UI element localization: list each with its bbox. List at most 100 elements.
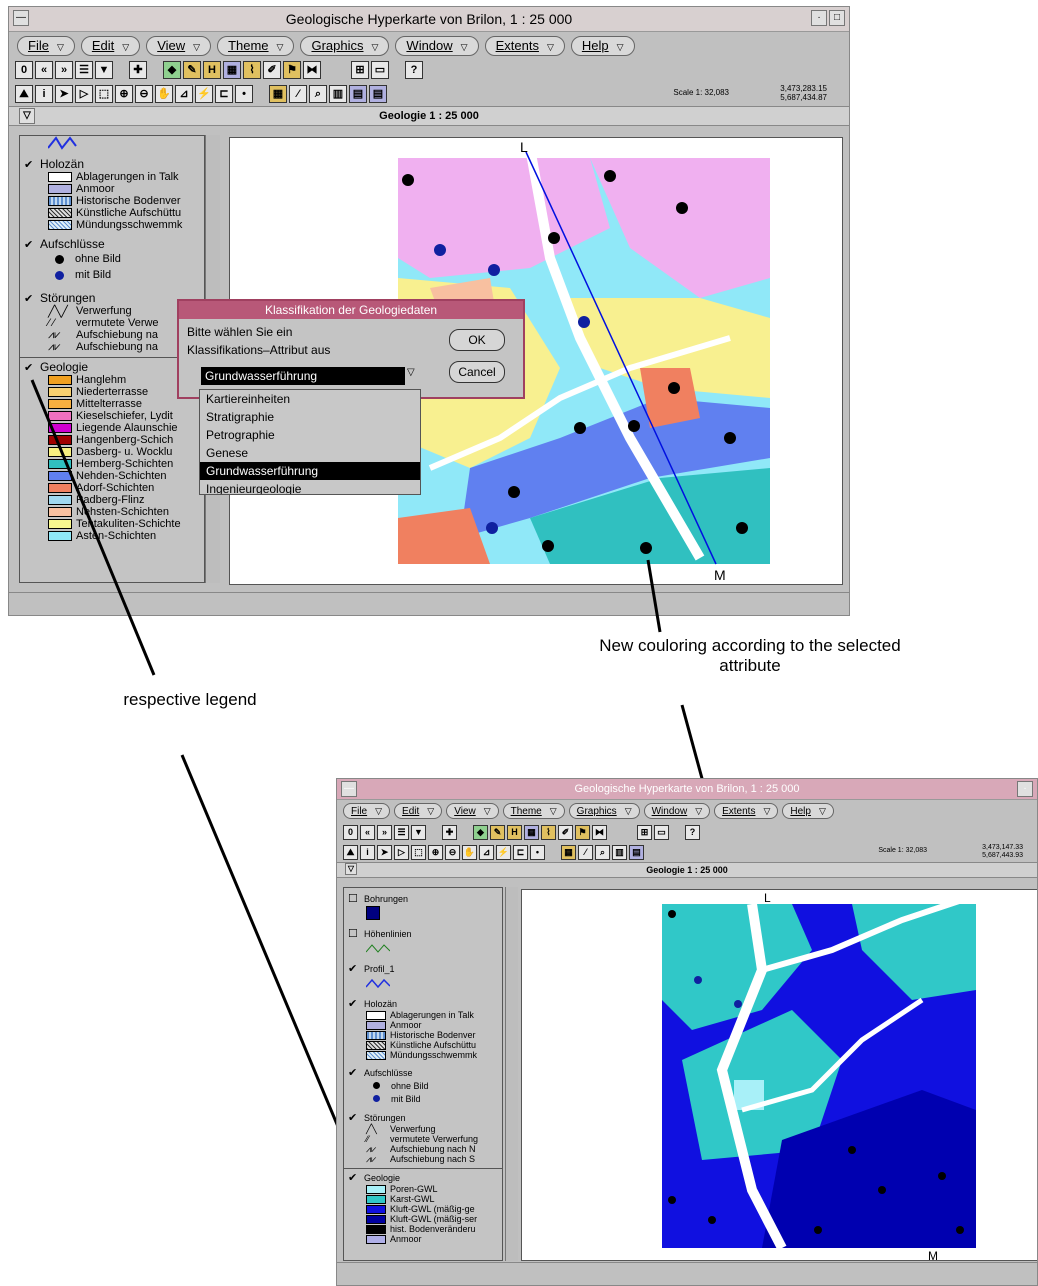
view-title: Geologie 1 : 25 000 — [646, 865, 728, 875]
coordinate-readout: 3,473,147.33 5,687,443.93 — [982, 844, 1023, 859]
layout-icon[interactable]: ⊞ — [637, 824, 652, 840]
legend-label: Kluft-GWL (mäßig-ser — [390, 1214, 478, 1224]
legend-item: Anmoor — [366, 1234, 502, 1244]
pan-hand-icon[interactable]: ✋ — [462, 844, 477, 860]
bottom-button-bar: 0 « » ☰ ▼ ✚ ◆ ✎ H ▦ ⌇ ✐ ⚑ ⧓ ⊞ ▭ ? — [337, 822, 1037, 842]
menu-extents[interactable]: Extents ▽ — [714, 803, 779, 819]
legend-theme-holozaen[interactable]: ✔ Holozän — [348, 997, 502, 1010]
legend-item: ⩘⩗ Aufschiebung nach S — [366, 1153, 476, 1165]
measure-icon[interactable]: ⊿ — [479, 844, 494, 860]
legend-item: ╱╲ Verwerfung — [366, 1123, 436, 1135]
help-pointer-icon[interactable]: ? — [685, 824, 700, 840]
chart-icon[interactable]: ⌇ — [541, 824, 556, 840]
legend-theme-bohrungen[interactable]: ☐ Bohrungen — [348, 892, 502, 905]
legend-item: Mündungsschwemmk — [366, 1050, 502, 1060]
bottom-window-title: Geologische Hyperkarte von Brilon, 1 : 2… — [574, 783, 800, 795]
legend-theme-stoerungen[interactable]: ✔ Störungen — [348, 1111, 502, 1124]
window-menu-button[interactable]: — — [341, 781, 357, 797]
find-icon[interactable]: ⌕ — [595, 844, 610, 860]
legend-item: mit Bild — [366, 1092, 502, 1105]
bottom-legend-panel: ☐ Bohrungen ☐ Höhenlinien ✔ Profil_1 ✔ Holoz… — [343, 887, 503, 1261]
menu-view[interactable]: View ▽ — [446, 803, 499, 819]
menu-help[interactable]: Help ▽ — [782, 803, 834, 819]
point-icon[interactable]: • — [530, 844, 545, 860]
geologie-legend-list: Poren-GWL Karst-GWL Kluft-GWL (mäßig-ge Klu… — [344, 1184, 502, 1244]
legend-item: Künstliche Aufschüttu — [366, 1040, 502, 1050]
identify-icon[interactable]: i — [360, 844, 375, 860]
legend-item: ⩘⩗ Aufschiebung nach N — [366, 1143, 476, 1155]
minimize-button[interactable]: · — [1017, 781, 1033, 797]
legend-item: Karst-GWL — [366, 1194, 502, 1204]
map-image-icon[interactable]: ▦ — [524, 824, 539, 840]
legend-label: hist. Bodenveränderu — [390, 1224, 476, 1234]
legend-theme-profil[interactable]: ✔ Profil_1 — [348, 962, 502, 975]
profile-line-symbol — [365, 978, 391, 989]
mountain-icon[interactable]: ⛰ — [343, 844, 358, 860]
list-button[interactable]: ☰ — [394, 824, 409, 840]
legend-scrollbar[interactable] — [505, 887, 518, 1261]
menu-graphics[interactable]: Graphics ▽ — [568, 803, 640, 819]
zoom-out-icon[interactable]: ⊖ — [445, 844, 460, 860]
menu-window[interactable]: Window ▽ — [643, 803, 711, 819]
legend-theme-geologie[interactable]: ✔ Geologie — [348, 1171, 502, 1184]
map-label-m: M — [928, 1249, 938, 1260]
legend-item: hist. Bodenveränderu — [366, 1224, 502, 1234]
bottom-status-bar — [337, 1262, 1037, 1285]
arrow-legend-bottom — [180, 754, 354, 1161]
bottom-menu-bar: File ▽ Edit ▽ View ▽ Theme ▽ Graphics ▽ Windo… — [337, 800, 1037, 822]
prev-button[interactable]: « — [360, 824, 375, 840]
dropdown-button[interactable]: ▼ — [411, 824, 426, 840]
add-theme-icon[interactable]: ✚ — [442, 824, 457, 840]
arrow-coloring-top — [646, 559, 662, 633]
legend-swatch — [366, 1184, 386, 1194]
bottom-geology-map[interactable]: L M — [522, 890, 1038, 1263]
menu-theme[interactable]: Theme ▽ — [502, 803, 565, 819]
pen-icon[interactable]: ✐ — [558, 824, 573, 840]
menu-file[interactable]: File ▽ — [343, 803, 391, 819]
hotlink-bolt-icon[interactable]: ⚡ — [496, 844, 511, 860]
legend-editor-icon[interactable]: ✎ — [490, 824, 505, 840]
legend-item: Anmoor — [366, 1020, 502, 1030]
table-icon[interactable]: ▥ — [612, 844, 627, 860]
legend-item: ohne Bild — [366, 1079, 502, 1092]
legend-swatch — [366, 1194, 386, 1204]
contour-line-symbol — [365, 944, 391, 953]
pointer-icon[interactable]: ➤ — [377, 844, 392, 860]
bottom-map-view[interactable]: L M — [521, 889, 1038, 1263]
frame-icon[interactable]: ▭ — [654, 824, 669, 840]
zero-button[interactable]: 0 — [343, 824, 358, 840]
bottom-tool-bar: ⛰ i ➤ ▷ ⬚ ⊕ ⊖ ✋ ⊿ ⚡ ⊏ • ▦ ⁄ ⌕ ▥ ▤ Scale … — [337, 842, 1037, 862]
view-menu-button[interactable]: ▽ — [345, 863, 357, 875]
legend-item: ⁄⁄ vermutete Verwerfung — [366, 1134, 479, 1144]
legend-label: Karst-GWL — [390, 1194, 435, 1204]
vertex-icon[interactable]: ▷ — [394, 844, 409, 860]
bookmark-icon[interactable]: ⧓ — [592, 824, 607, 840]
menu-edit[interactable]: Edit ▽ — [394, 803, 443, 819]
legend-swatch — [366, 1234, 386, 1244]
bottom-app-window: — Geologische Hyperkarte von Brilon, 1 :… — [336, 778, 1038, 1286]
scale-readout: Scale 1: 32,083 — [878, 847, 927, 854]
query-icon[interactable]: ⚑ — [575, 824, 590, 840]
legend-item: Kluft-GWL (mäßig-ser — [366, 1214, 502, 1224]
select-box-icon[interactable]: ⬚ — [411, 844, 426, 860]
view-title-bar: ▽ Geologie 1 : 25 000 — [337, 862, 1037, 878]
legend-swatch — [366, 1224, 386, 1234]
legend-label: Poren-GWL — [390, 1184, 438, 1194]
label-icon[interactable]: ⊏ — [513, 844, 528, 860]
legend-theme-hoehenlinien[interactable]: ☐ Höhenlinien — [348, 927, 502, 940]
next-button[interactable]: » — [377, 824, 392, 840]
legend-label: Anmoor — [390, 1234, 422, 1244]
hotlink-icon[interactable]: H — [507, 824, 522, 840]
legend-item: Ablagerungen in Talk — [366, 1010, 502, 1020]
grid-icon[interactable]: ▦ — [561, 844, 576, 860]
line-tool-icon[interactable]: ⁄ — [578, 844, 593, 860]
legend-swatch — [366, 1204, 386, 1214]
legend-theme-aufschluesse[interactable]: ✔ Aufschlüsse — [348, 1066, 502, 1079]
bottom-title-bar: — Geologische Hyperkarte von Brilon, 1 :… — [337, 779, 1037, 800]
map-label-l: L — [764, 891, 771, 905]
legend-item — [366, 905, 502, 921]
zoom-in-icon[interactable]: ⊕ — [428, 844, 443, 860]
report-icon[interactable]: ▤ — [629, 844, 644, 860]
legend-label: Kluft-GWL (mäßig-ge — [390, 1204, 475, 1214]
theme-on-icon[interactable]: ◆ — [473, 824, 488, 840]
